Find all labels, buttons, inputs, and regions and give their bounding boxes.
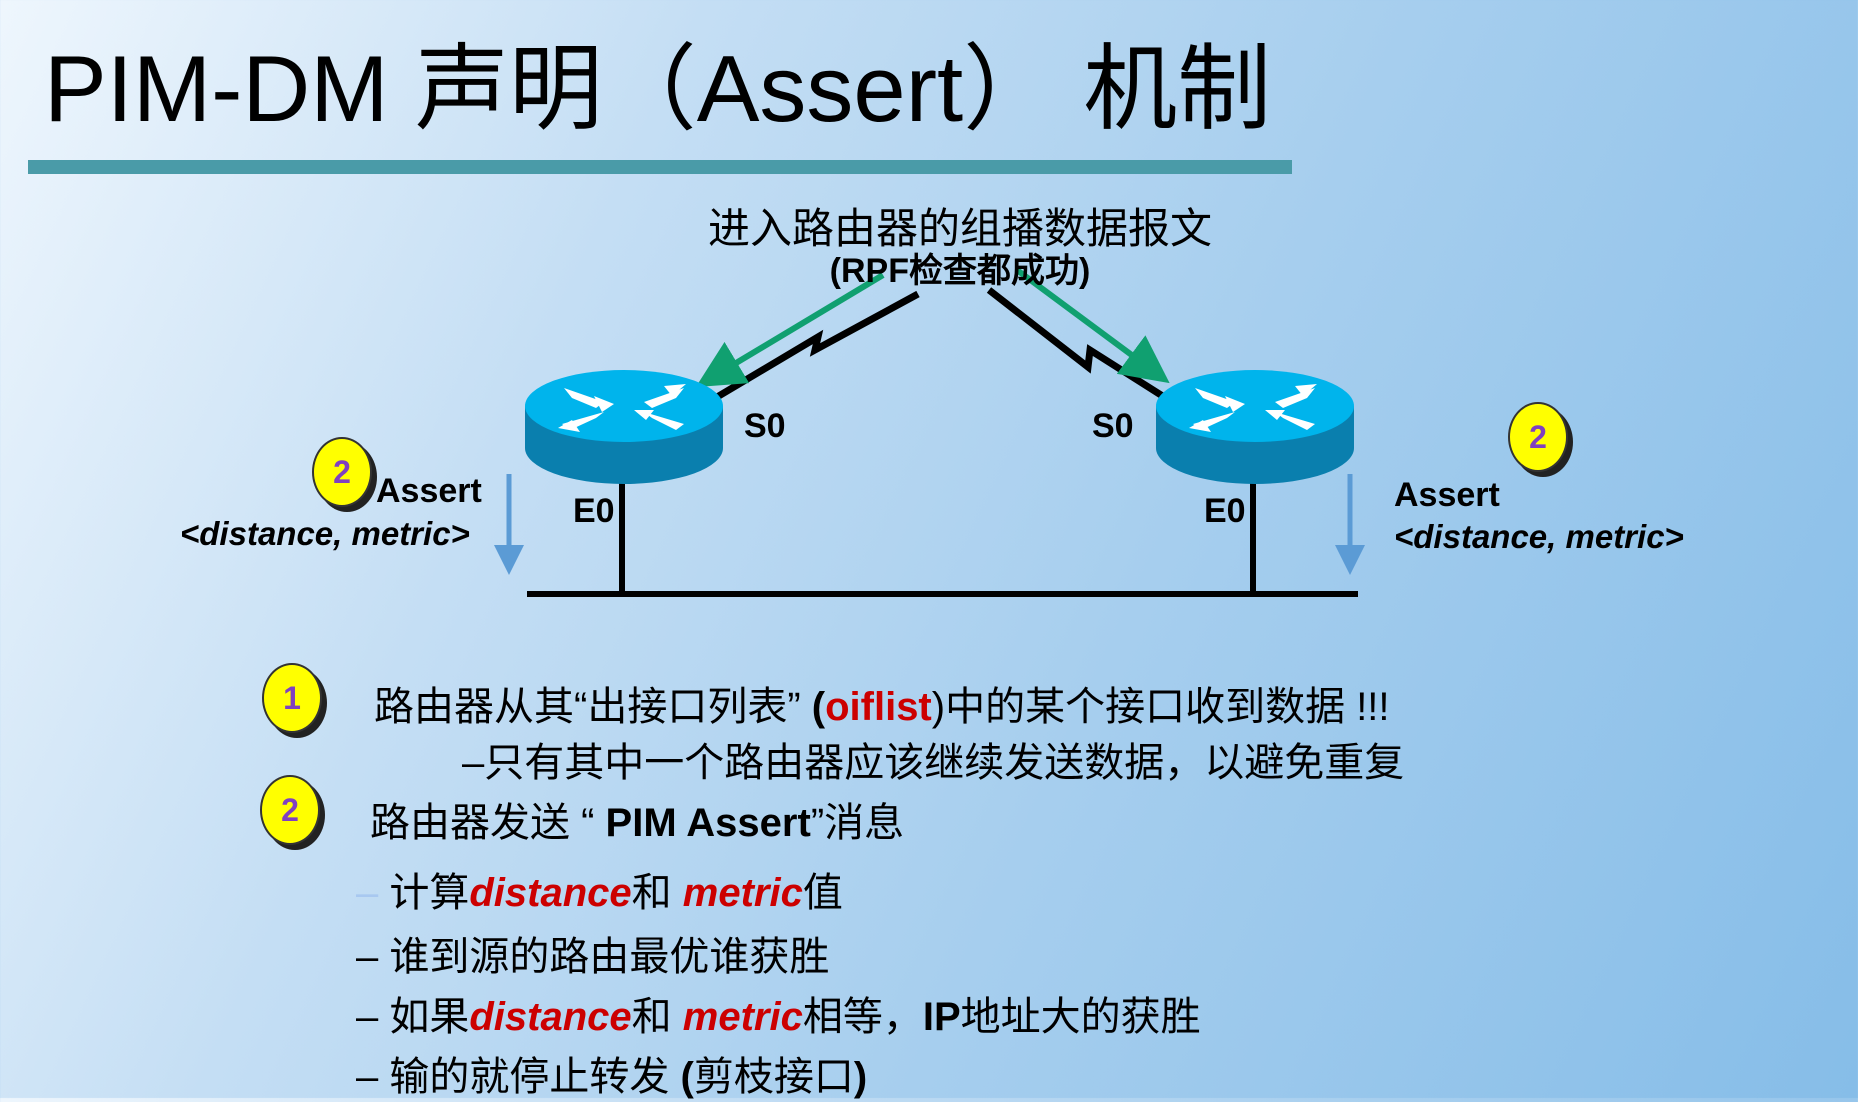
subitem-1: – 计算distance和 metric值 (356, 871, 843, 915)
rpf-note: (RPF检查都成功) (829, 252, 1091, 290)
subitem-2: – 谁到源的路由最优谁获胜 (356, 935, 830, 979)
point-badge-2: 2 (260, 775, 320, 845)
point-1-text: 路由器从其“出接口列表” (oiflist)中的某个接口收到数据 !!! (374, 685, 1390, 729)
left-e0-label: E0 (573, 492, 615, 530)
left-s0-label: S0 (744, 407, 786, 445)
right-e0-label: E0 (1204, 492, 1246, 530)
point-badge-1: 1 (262, 663, 322, 733)
right-s0-label: S0 (1092, 407, 1134, 445)
point-1-subtext: –只有其中一个路由器应该继续发送数据，以避免重复 (462, 741, 1405, 785)
assert-label-right: Assert (1394, 476, 1500, 514)
serial-link-right (986, 287, 1174, 405)
assert-badge-right: 2 (1508, 402, 1568, 472)
assert-params-left: <distance, metric> (180, 515, 470, 552)
router-right-icon (1156, 370, 1354, 484)
assert-badge-left: 2 (312, 437, 372, 507)
assert-label-left: Assert (376, 472, 482, 510)
serial-link-left (710, 290, 920, 404)
router-left-icon (525, 370, 723, 484)
subitem-3: – 如果distance和 metric相等，IP地址大的获胜 (356, 995, 1201, 1039)
point-2-text: 路由器发送 “ PIM Assert”消息 (370, 801, 905, 845)
subitem-4: – 输的就停止转发 (剪枝接口) (356, 1055, 868, 1099)
assert-params-right: <distance, metric> (1394, 518, 1684, 555)
